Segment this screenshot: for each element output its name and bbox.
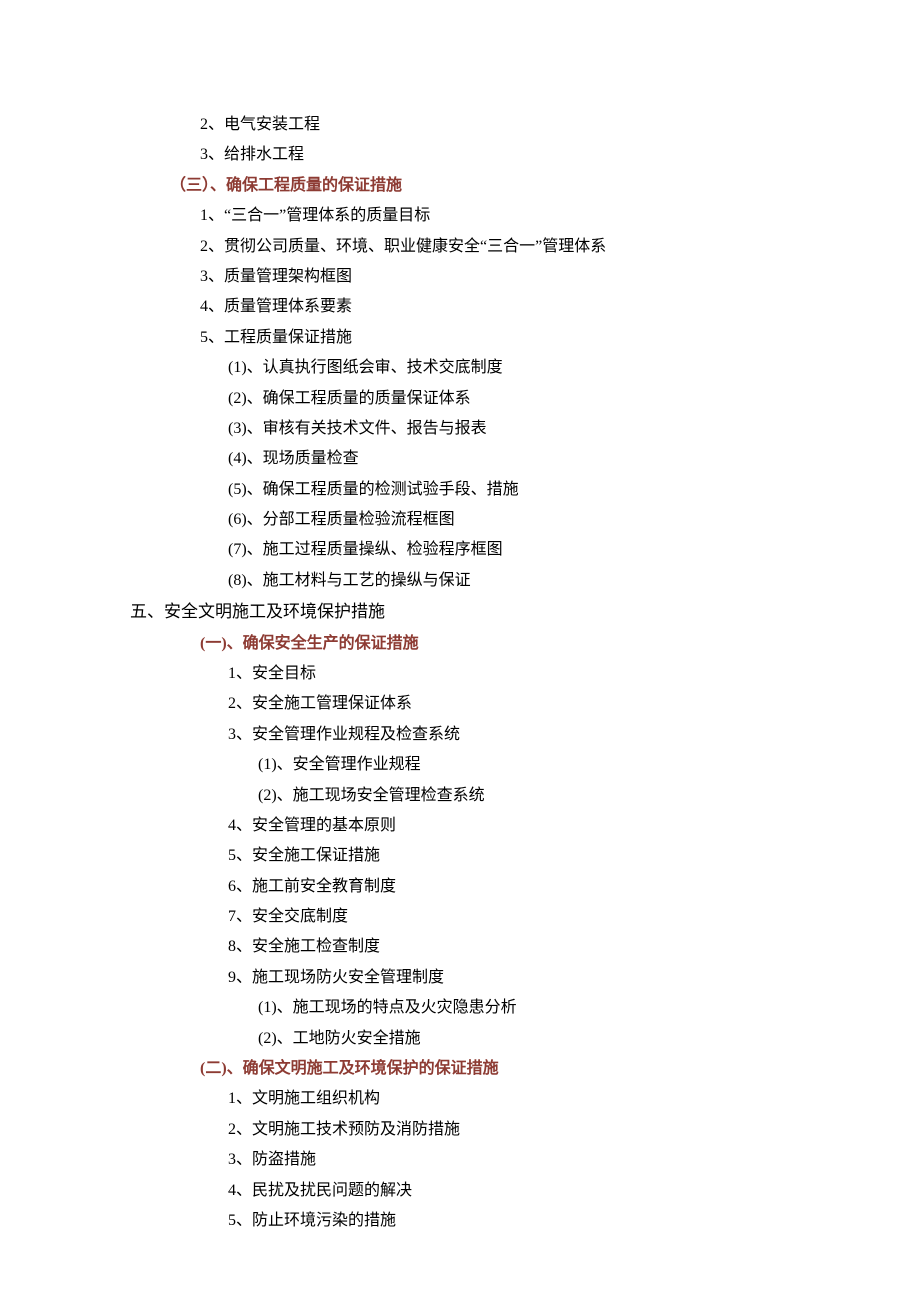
outline-line: 1、安全目标 [228, 659, 790, 689]
outline-line: 5、工程质量保证措施 [200, 323, 790, 353]
outline-line: 3、防盗措施 [228, 1145, 790, 1175]
outline-line: 6、施工前安全教育制度 [228, 872, 790, 902]
outline-line: (8)、施工材料与工艺的操纵与保证 [228, 566, 790, 596]
outline-line: 1、文明施工组织机构 [228, 1084, 790, 1114]
outline-line: 2、安全施工管理保证体系 [228, 689, 790, 719]
outline-line: 7、安全交底制度 [228, 902, 790, 932]
outline-line: (5)、确保工程质量的检测试验手段、措施 [228, 475, 790, 505]
h1-heading: 五、安全文明施工及环境保护措施 [130, 596, 790, 628]
outline-line: (2)、工地防火安全措施 [258, 1024, 790, 1054]
outline-line: (2)、确保工程质量的质量保证体系 [228, 384, 790, 414]
outline-line: 4、安全管理的基本原则 [228, 811, 790, 841]
outline-line: (3)、审核有关技术文件、报告与报表 [228, 414, 790, 444]
outline-line: 2、文明施工技术预防及消防措施 [228, 1115, 790, 1145]
outline-line: 3、安全管理作业规程及检查系统 [228, 720, 790, 750]
outline-line: 5、安全施工保证措施 [228, 841, 790, 871]
outline-line: 2、贯彻公司质量、环境、职业健康安全“三合一”管理体系 [200, 232, 790, 262]
outline-line: (1)、安全管理作业规程 [258, 750, 790, 780]
section-heading: (二)、确保文明施工及环境保护的保证措施 [200, 1054, 790, 1084]
section-heading: （三）、确保工程质量的保证措施 [170, 171, 790, 201]
outline-line: (1)、认真执行图纸会审、技术交底制度 [228, 353, 790, 383]
section-heading: (一)、确保安全生产的保证措施 [200, 629, 790, 659]
outline-line: 3、质量管理架构框图 [200, 262, 790, 292]
outline-line: (4)、现场质量检查 [228, 444, 790, 474]
outline-line: (2)、施工现场安全管理检查系统 [258, 781, 790, 811]
outline-line: (6)、分部工程质量检验流程框图 [228, 505, 790, 535]
outline-line: 9、施工现场防火安全管理制度 [228, 963, 790, 993]
outline-line: 4、民扰及扰民问题的解决 [228, 1176, 790, 1206]
outline-line: 2、电气安装工程 [200, 110, 790, 140]
outline-line: 3、给排水工程 [200, 140, 790, 170]
outline-line: 8、安全施工检查制度 [228, 932, 790, 962]
outline-line: (1)、施工现场的特点及火灾隐患分析 [258, 993, 790, 1023]
outline-line: 1、“三合一”管理体系的质量目标 [200, 201, 790, 231]
outline-line: 5、防止环境污染的措施 [228, 1206, 790, 1236]
outline-line: 4、质量管理体系要素 [200, 292, 790, 322]
outline-line: (7)、施工过程质量操纵、检验程序框图 [228, 535, 790, 565]
